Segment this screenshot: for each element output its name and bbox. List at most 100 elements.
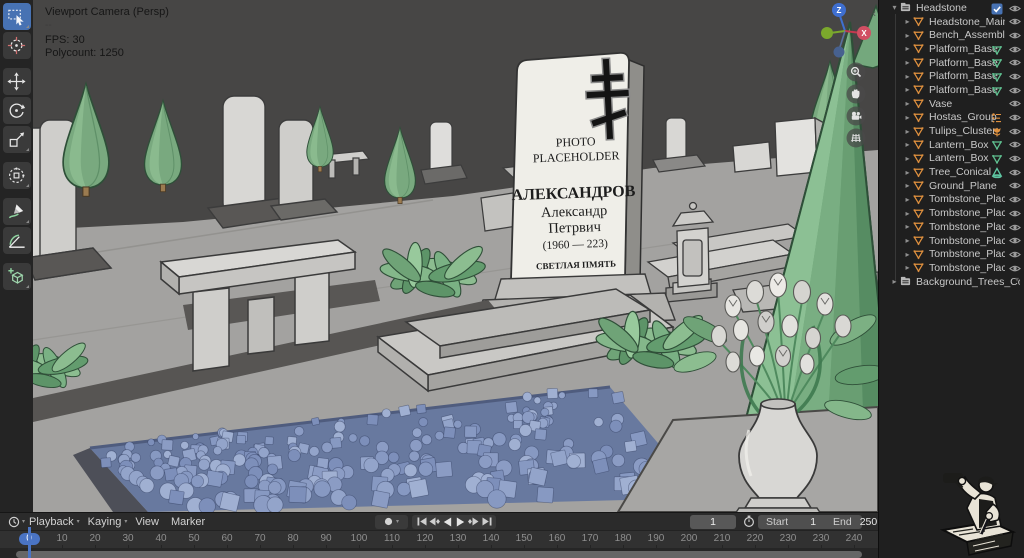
disclosure-arrow[interactable]: ▸ (902, 168, 913, 177)
filter-chevron-icon[interactable]: ▾ (1015, 275, 1019, 284)
viewport-3d[interactable]: PHOTO PLACEHOLDER АЛЕКСАНДРОВ Александр … (33, 0, 878, 512)
outliner-item-label: Tombstone_Placehol (929, 235, 1005, 247)
visibility-eye-icon[interactable] (1009, 208, 1021, 219)
disclosure-arrow[interactable]: ▸ (902, 236, 913, 245)
next-keyframe-button[interactable] (467, 516, 480, 528)
visibility-eye-icon[interactable] (1009, 235, 1021, 246)
timeline-menu-kaying[interactable]: Kaying▾ (88, 516, 128, 528)
outliner-row-background_trees_cone[interactable]: ▸Background_Trees_Cone▾ (879, 275, 1024, 289)
disclosure-arrow[interactable]: ▸ (902, 181, 913, 190)
visibility-eye-icon[interactable] (1009, 139, 1021, 150)
timeline-menu-playback[interactable]: Playback▾ (29, 516, 80, 528)
outliner-row-bench_assembly[interactable]: ▸Bench_Assembly (879, 28, 1024, 42)
disclosure-arrow[interactable]: ▸ (902, 222, 913, 231)
outliner-item-label: Hostas_Group (929, 111, 997, 123)
outliner-row-tombstone_placehol[interactable]: ▸ Tombstone_Placehol (879, 206, 1024, 220)
cursor-tool-button[interactable] (3, 32, 31, 59)
visibility-eye-icon[interactable] (1009, 30, 1021, 41)
move-tool-button[interactable] (3, 68, 31, 95)
add-cube-tool-button[interactable] (3, 263, 31, 290)
outliner-row-platform_base[interactable]: ▸Platform_Base (879, 42, 1024, 56)
disclosure-arrow[interactable]: ▸ (902, 85, 913, 94)
disclosure-arrow[interactable]: ▾ (889, 3, 900, 12)
outliner-row-headstone[interactable]: ▾Headstone (879, 1, 1024, 15)
disclosure-arrow[interactable]: ▸ (902, 127, 913, 136)
visibility-eye-icon[interactable] (1009, 71, 1021, 82)
measure-tool-button[interactable] (3, 227, 31, 254)
play-reverse-button[interactable] (441, 516, 454, 528)
ruler-label: 100 (343, 533, 375, 544)
visibility-eye-icon[interactable] (1009, 85, 1021, 96)
outliner-row-tree_conical[interactable]: ▸Tree_Conical (879, 165, 1024, 179)
visibility-eye-icon[interactable] (1009, 263, 1021, 274)
panel-collapse-arrow[interactable]: ‹ (872, 8, 876, 20)
outliner-row-vase[interactable]: ▸Vase (879, 97, 1024, 111)
disclosure-arrow[interactable]: ▸ (902, 140, 913, 149)
disclosure-arrow[interactable]: ▸ (902, 31, 913, 40)
outliner-row-headstone_main[interactable]: ▸Headstone_Main (879, 15, 1024, 29)
visibility-eye-icon[interactable] (1009, 222, 1021, 233)
disclosure-arrow[interactable]: ▸ (902, 99, 913, 108)
rotate-tool-button[interactable] (3, 97, 31, 124)
disclosure-arrow[interactable]: ▸ (902, 154, 913, 163)
visibility-eye-icon[interactable] (1009, 98, 1021, 109)
visibility-eye-icon[interactable] (1009, 167, 1021, 178)
visibility-eye-icon[interactable] (1009, 16, 1021, 27)
outliner-row-platform_base[interactable]: ▸Platform_Base (879, 69, 1024, 83)
collection-checkbox[interactable] (991, 3, 1003, 14)
annotate-tool-button[interactable] (3, 198, 31, 225)
current-frame-field[interactable]: 1 (690, 515, 736, 529)
visibility-eye-icon[interactable] (1009, 180, 1021, 191)
timeline-scrollbar[interactable] (16, 551, 862, 558)
timeline-menu-marker[interactable]: Marker (171, 516, 205, 528)
disclosure-arrow[interactable]: ▸ (902, 58, 913, 67)
outliner-row-ground_plane[interactable]: ▸Ground_Plane (879, 179, 1024, 193)
outliner-item-label: Tombstone_Placehol (929, 207, 1005, 219)
timeline-ruler[interactable]: 0102030405060708090100110120130140150160… (0, 530, 878, 548)
disclosure-arrow[interactable]: ▸ (902, 17, 913, 26)
outliner-row-platform_base[interactable]: ▸Platform_Base (879, 83, 1024, 97)
visibility-eye-icon[interactable] (1009, 153, 1021, 164)
auto-keying-group[interactable]: ▾ (375, 515, 408, 529)
select-box-tool-button[interactable] (3, 3, 31, 30)
playhead[interactable] (28, 527, 31, 558)
disclosure-arrow[interactable]: ▸ (902, 250, 913, 259)
transform-tool-button[interactable] (3, 162, 31, 189)
outliner-row-tombstone_placehol[interactable]: ▸Tombstone_Placehol (879, 247, 1024, 261)
outliner-list: ▾Headstone▸Headstone_Main▸Bench_Assembly… (879, 0, 1024, 288)
viewport-canvas[interactable]: PHOTO PLACEHOLDER АЛЕКСАНДРОВ Александр … (33, 0, 878, 512)
visibility-eye-icon[interactable] (1009, 3, 1021, 14)
frame-range-fields[interactable]: Start 1 End 250 (758, 515, 862, 529)
disclosure-arrow[interactable]: ▸ (902, 44, 913, 53)
disclosure-arrow[interactable]: ▸ (902, 72, 913, 81)
outliner-row-hostas_group[interactable]: ▸ Hostas_Group (879, 111, 1024, 125)
visibility-eye-icon[interactable] (1009, 249, 1021, 260)
outliner-row-platform_base[interactable]: ▸Platform_Base (879, 56, 1024, 70)
outliner-row-tombstone_placehol[interactable]: ▸Tombstone_Placehol (879, 220, 1024, 234)
visibility-eye-icon[interactable] (1009, 194, 1021, 205)
outliner-row-tombstone_placehol[interactable]: ▸Tombstone_Placehol (879, 261, 1024, 275)
disclosure-arrow[interactable]: ▸ (902, 195, 913, 204)
visibility-eye-icon[interactable] (1009, 44, 1021, 55)
visibility-eye-icon[interactable] (1009, 112, 1021, 123)
outliner-row-tombstone_placehol[interactable]: ▸Tombstone_Placehol (879, 193, 1024, 207)
play-button[interactable] (454, 516, 467, 528)
visibility-eye-icon[interactable] (1009, 57, 1021, 68)
outliner-row-lantern_box[interactable]: ▸Lantern_Box (879, 152, 1024, 166)
disclosure-arrow[interactable]: ▸ (902, 113, 913, 122)
outliner-row-tulips_cluster[interactable]: ▸Tulips_Cluster (879, 124, 1024, 138)
meshdata-icon (991, 139, 1003, 150)
visibility-eye-icon[interactable] (1009, 126, 1021, 137)
jump-to-end-button[interactable] (480, 516, 493, 528)
disclosure-arrow[interactable]: ▸ (889, 277, 900, 286)
disclosure-arrow[interactable]: ▸ (902, 209, 913, 218)
disclosure-arrow[interactable]: ▸ (902, 263, 913, 272)
scale-tool-button[interactable] (3, 126, 31, 153)
previous-keyframe-button[interactable] (428, 516, 441, 528)
outliner-row-lantern_box[interactable]: ▸Lantern_Box (879, 138, 1024, 152)
timeline-menu-view[interactable]: View (135, 516, 159, 528)
outliner-row-tombstone_placehol[interactable]: ▸ Tombstone_Placehol (879, 234, 1024, 248)
jump-to-start-button[interactable] (415, 516, 428, 528)
end-value: 250 (860, 516, 878, 528)
editor-type-clock-icon[interactable]: ▾ (8, 516, 25, 528)
